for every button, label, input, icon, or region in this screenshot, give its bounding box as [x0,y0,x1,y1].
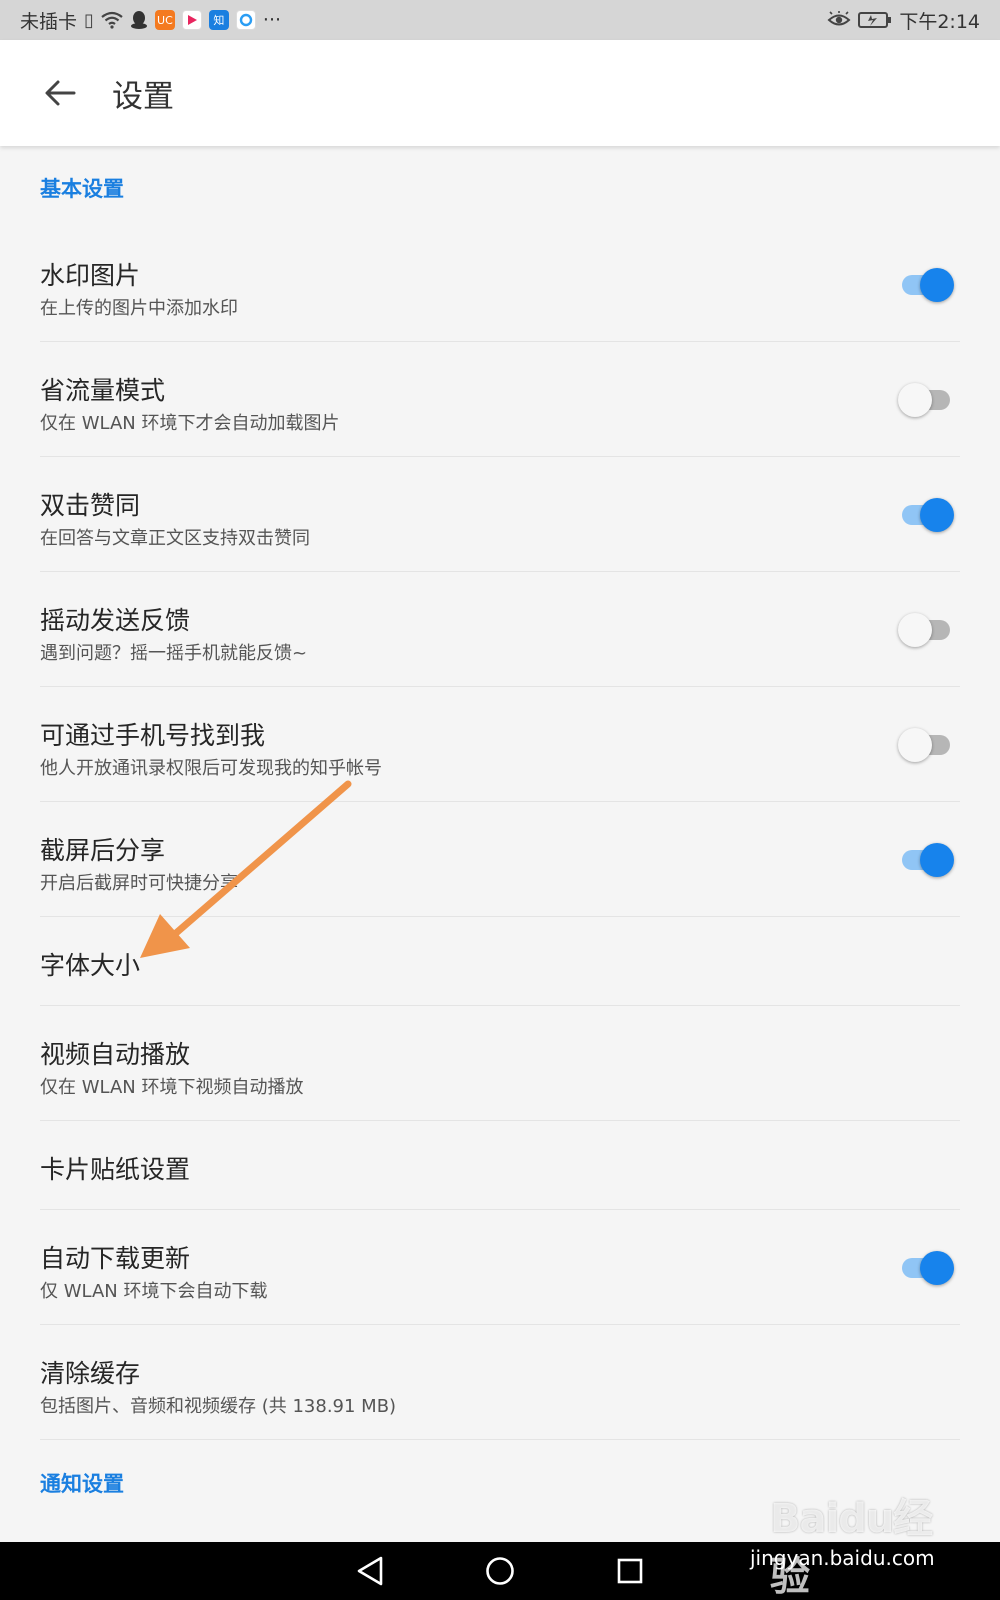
watermark-url: jingyan.baidu.com [750,1546,935,1570]
back-triangle-icon [357,1556,383,1586]
data-saver-toggle[interactable] [898,383,954,417]
setting-title: 字体大小 [40,951,141,980]
status-right: 下午2:14 [827,7,980,34]
carrier-label: 未插卡 [20,10,78,33]
watermark: Baidu经验 jingyan.baidu.com [750,1486,950,1600]
setting-subtitle: 遇到问题？摇一摇手机就能反馈~ [40,643,308,664]
setting-subtitle: 开启后截屏时可快捷分享 [40,873,238,894]
app-bar: 设置 [0,40,1000,146]
setting-card-stickers[interactable]: 卡片贴纸设置 [40,1122,960,1210]
home-circle-icon [486,1557,514,1585]
setting-video-autoplay[interactable]: 视频自动播放 仅在 WLAN 环境下视频自动播放 [40,1007,960,1121]
nav-back-button[interactable] [345,1546,395,1596]
setting-double-tap-upvote[interactable]: 双击赞同 在回答与文章正文区支持双击赞同 [40,458,960,572]
setting-screenshot-share[interactable]: 截屏后分享 开启后截屏时可快捷分享 [40,803,960,917]
setting-font-size[interactable]: 字体大小 [40,918,960,1006]
toggle-thumb [898,383,932,417]
setting-title: 水印图片 [40,261,141,290]
setting-title: 可通过手机号找到我 [40,721,266,750]
more-notifications-icon: ··· [262,9,282,31]
setting-subtitle: 包括图片、音频和视频缓存 (共 138.91 MB) [40,1396,397,1417]
status-left: 未插卡 ▯ UC 知 ··· [20,7,281,34]
setting-data-saver[interactable]: 省流量模式 仅在 WLAN 环境下才会自动加载图片 [40,343,960,457]
setting-subtitle: 在上传的图片中添加水印 [40,298,238,319]
setting-title: 卡片贴纸设置 [40,1155,191,1184]
wifi-icon [101,11,123,29]
browser-app-icon [235,10,256,30]
status-bar: 未插卡 ▯ UC 知 ··· 下午2:14 [0,0,1000,40]
section-header-notification: 通知设置 [40,1472,124,1496]
setting-subtitle: 仅 WLAN 环境下会自动下载 [40,1281,268,1302]
eye-comfort-icon [827,11,851,26]
section-header-basic: 基本设置 [40,177,124,201]
setting-shake-feedback[interactable]: 摇动发送反馈 遇到问题？摇一摇手机就能反馈~ [40,573,960,687]
toggle-thumb [920,268,954,302]
toggle-thumb [920,498,954,532]
battery-charging-icon [858,12,892,28]
setting-subtitle: 在回答与文章正文区支持双击赞同 [40,528,310,549]
zhihu-app-icon: 知 [208,10,229,30]
clock-label: 下午2:14 [899,10,980,33]
double-tap-toggle[interactable] [898,498,954,532]
toggle-thumb [898,728,932,762]
nav-recents-button[interactable] [605,1546,655,1596]
arrow-left-icon [45,80,76,106]
settings-list[interactable]: 基本设置 水印图片 在上传的图片中添加水印 省流量模式 仅在 WLAN 环境下才… [0,146,1000,1542]
setting-find-by-phone[interactable]: 可通过手机号找到我 他人开放通讯录权限后可发现我的知乎帐号 [40,688,960,802]
video-app-icon [181,10,202,30]
setting-watermark[interactable]: 水印图片 在上传的图片中添加水印 [40,228,960,342]
setting-auto-update[interactable]: 自动下载更新 仅 WLAN 环境下会自动下载 [40,1211,960,1325]
setting-title: 省流量模式 [40,376,166,405]
uc-browser-icon: UC [154,10,175,30]
setting-title: 视频自动播放 [40,1040,191,1069]
setting-title: 清除缓存 [40,1359,141,1388]
setting-title: 摇动发送反馈 [40,606,191,635]
qq-icon [130,11,147,29]
toggle-thumb [920,843,954,877]
back-button[interactable] [30,63,90,123]
nav-home-button[interactable] [475,1546,525,1596]
watermark-logo: Baidu经验 [770,1496,933,1600]
page-title: 设置 [112,78,174,115]
setting-subtitle: 仅在 WLAN 环境下才会自动加载图片 [40,413,340,434]
sim-alert-icon: ▯ [84,9,94,31]
auto-update-toggle[interactable] [898,1251,954,1285]
shake-feedback-toggle[interactable] [898,613,954,647]
setting-title: 截屏后分享 [40,836,166,865]
toggle-thumb [898,613,932,647]
watermark-toggle[interactable] [898,268,954,302]
setting-subtitle: 仅在 WLAN 环境下视频自动播放 [40,1077,304,1098]
setting-subtitle: 他人开放通讯录权限后可发现我的知乎帐号 [40,758,382,779]
setting-title: 自动下载更新 [40,1244,191,1273]
setting-title: 双击赞同 [40,491,141,520]
recents-square-icon [617,1558,643,1584]
screenshot-share-toggle[interactable] [898,843,954,877]
setting-clear-cache[interactable]: 清除缓存 包括图片、音频和视频缓存 (共 138.91 MB) [40,1326,960,1440]
toggle-thumb [920,1251,954,1285]
find-by-phone-toggle[interactable] [898,728,954,762]
